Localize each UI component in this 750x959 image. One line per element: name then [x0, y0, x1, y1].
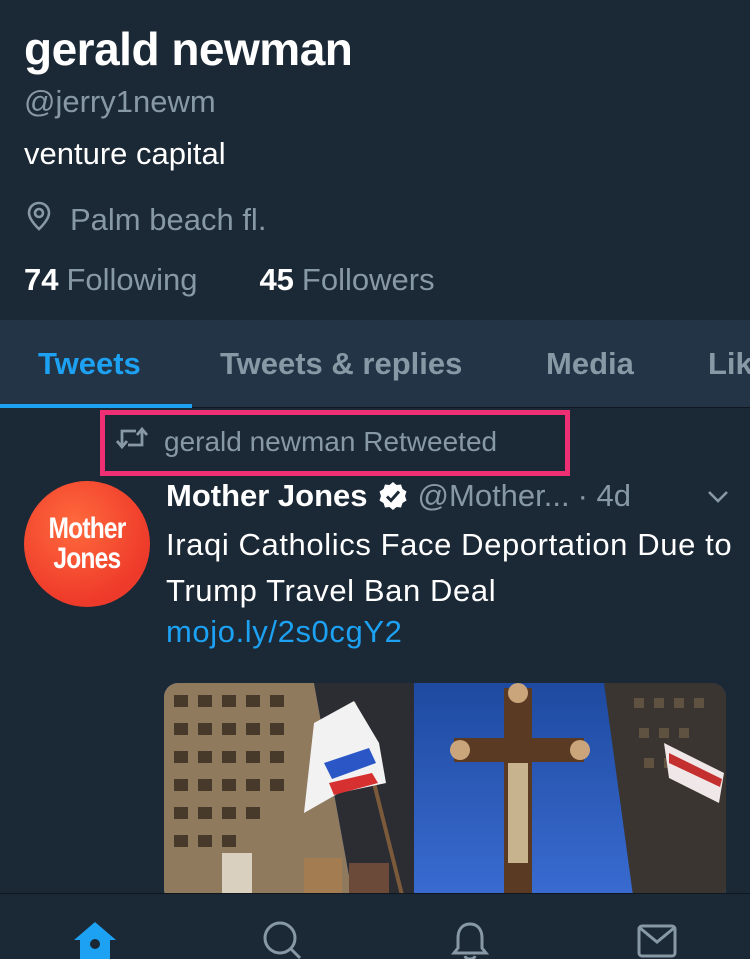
following-stat[interactable]: 74 Following [24, 262, 197, 298]
tweet-timestamp: · 4d [577, 478, 632, 513]
media-photo [164, 683, 726, 903]
followers-count: 45 [259, 262, 294, 297]
profile-tabs: Tweets Tweets & replies Media Lik [0, 320, 750, 408]
tweet-text: Iraqi Catholics Face Deportation Due to … [166, 527, 733, 608]
tweet-link[interactable]: mojo.ly/2s0cgY2 [166, 614, 402, 650]
retweet-icon [114, 424, 164, 459]
tab-tweets[interactable]: Tweets [38, 346, 141, 382]
avatar-text-line-1: Mother [48, 512, 126, 545]
location-text: Palm beach fl. [70, 202, 267, 237]
home-icon[interactable] [72, 920, 118, 959]
tweet-author-handle[interactable]: @Mother... [418, 478, 570, 514]
verified-badge-icon [378, 481, 408, 511]
author-avatar[interactable]: Mother Jones [24, 481, 150, 607]
profile-display-name: gerald newman [24, 23, 353, 75]
bottom-navigation [0, 893, 750, 959]
following-count: 74 [24, 262, 59, 297]
tweet-author-name[interactable]: Mother Jones [166, 478, 368, 514]
active-tab-indicator [0, 404, 192, 408]
following-label: Following [66, 262, 198, 297]
notifications-icon[interactable] [450, 920, 490, 959]
tweet-media-image[interactable] [164, 683, 726, 903]
tab-likes[interactable]: Lik [708, 346, 750, 382]
retweet-context[interactable]: gerald newman Retweeted [114, 424, 497, 459]
tweet-header: Mother Jones @Mother... · 4d [166, 478, 736, 514]
retweet-label: gerald newman Retweeted [164, 425, 498, 457]
followers-stat[interactable]: 45 Followers [259, 262, 434, 298]
search-icon[interactable] [260, 920, 304, 959]
profile-location: Palm beach fl. [24, 200, 266, 240]
profile-handle: @jerry1newm [24, 84, 216, 119]
tab-tweets-and-replies[interactable]: Tweets & replies [220, 346, 462, 382]
profile-stats: 74 Following 45 Followers [24, 262, 497, 298]
followers-label: Followers [301, 262, 435, 297]
messages-icon[interactable] [636, 920, 678, 959]
profile-bio: venture capital [24, 136, 226, 171]
profile-header: gerald newman @jerry1newm venture capita… [0, 0, 750, 320]
chevron-down-icon[interactable] [706, 489, 730, 510]
location-pin-icon [24, 200, 70, 240]
avatar-text-line-2: Jones [53, 542, 121, 575]
tab-media[interactable]: Media [546, 346, 634, 382]
